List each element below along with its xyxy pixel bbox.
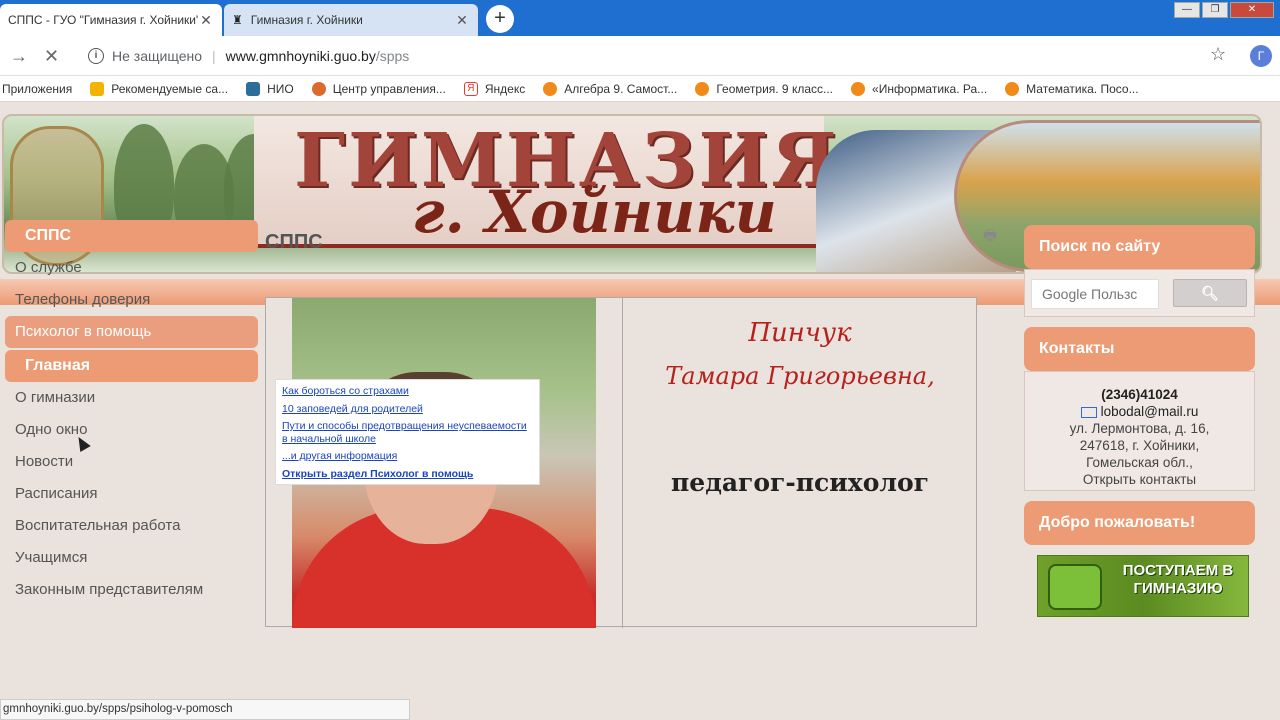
browser-toolbar: → ✕ i Не защищено | www.gmnhoyniki.guo.b… bbox=[0, 36, 1280, 76]
globe-icon bbox=[543, 81, 558, 96]
contact-address-line: ул. Лермонтова, д. 16, bbox=[1069, 421, 1210, 436]
sidebar-heading-spps[interactable]: СППС bbox=[5, 220, 258, 252]
bookmark-label: НИО bbox=[267, 81, 294, 96]
search-heading: Поиск по сайту bbox=[1024, 225, 1255, 269]
favicon-icon: ♜ bbox=[232, 13, 243, 27]
bookmark-item[interactable]: Рекомендуемые са... bbox=[90, 81, 229, 96]
forward-icon[interactable]: → bbox=[10, 46, 28, 67]
submenu-link[interactable]: Пути и способы предотвращения неуспеваем… bbox=[282, 420, 533, 445]
bookmark-label: Алгебра 9. Самост... bbox=[564, 81, 678, 96]
sidebar-item-parents[interactable]: Законным представителям bbox=[5, 574, 258, 606]
close-window-icon[interactable]: ✕ bbox=[1230, 2, 1274, 18]
bookmark-item[interactable]: НИО bbox=[246, 81, 294, 96]
sidebar-item-about-gymnasium[interactable]: О гимназии bbox=[5, 382, 258, 414]
status-bar: gmnhoyniki.guo.by/spps/psiholog-v-pomosc… bbox=[0, 699, 410, 720]
address-bar[interactable]: i Не защищено | www.gmnhoyniki.guo.by /s… bbox=[76, 40, 1236, 72]
sidebar-item-about-service[interactable]: О службе bbox=[5, 252, 258, 284]
tab-inactive[interactable]: ♜ Гимназия г. Хойники ✕ bbox=[224, 4, 478, 36]
mail-icon bbox=[1080, 406, 1097, 418]
bookmark-label: Математика. Посо... bbox=[1026, 81, 1139, 96]
contact-address-line: 247618, г. Хойники, bbox=[1079, 438, 1200, 453]
star-icon[interactable]: ☆ bbox=[1210, 44, 1226, 65]
info-icon[interactable]: i bbox=[88, 48, 104, 64]
left-sidebar: СППС О службе Телефоны доверия Психолог … bbox=[5, 220, 258, 606]
yandex-icon: Я bbox=[463, 81, 478, 96]
contacts-block: (2346)41024 lobodal@mail.ru ул. Лермонто… bbox=[1024, 371, 1255, 491]
center-icon bbox=[311, 81, 326, 96]
plus-icon[interactable]: + bbox=[486, 5, 514, 33]
admission-banner-text: ПОСТУПАЕМ В ГИМНАЗИЮ bbox=[1122, 562, 1234, 597]
sidebar-item-upbringing[interactable]: Воспитательная работа bbox=[5, 510, 258, 542]
bookmark-item[interactable]: Я Яндекс bbox=[463, 81, 526, 96]
tab-title: СППС - ГУО "Гимназия г. Хойники" bbox=[8, 13, 198, 27]
sidebar-item-psychologist-help[interactable]: Психолог в помощь bbox=[5, 316, 258, 348]
welcome-heading: Добро пожаловать! bbox=[1024, 501, 1255, 545]
maximize-icon[interactable]: ❐ bbox=[1202, 2, 1228, 18]
url-host: www.gmnhoyniki.guo.by bbox=[225, 48, 376, 64]
backpack-icon bbox=[1048, 564, 1102, 610]
open-contacts-link[interactable]: Открыть контакты bbox=[1029, 471, 1250, 488]
sidebar-item-students[interactable]: Учащимся bbox=[5, 542, 258, 574]
submenu-link[interactable]: ...и другая информация bbox=[282, 450, 533, 463]
sidebar-item-one-window[interactable]: Одно окно bbox=[5, 414, 258, 446]
bookmark-label: Яндекс bbox=[484, 81, 526, 96]
staff-surname: Пинчук bbox=[748, 318, 852, 348]
admission-banner[interactable]: ПОСТУПАЕМ В ГИМНАЗИЮ bbox=[1037, 555, 1249, 617]
contact-address-line: Гомельская обл., bbox=[1086, 455, 1193, 470]
nio-icon bbox=[246, 81, 261, 96]
search-icon: 🔍︎ bbox=[1201, 285, 1219, 301]
search-box: Google Пользс 🔍︎ bbox=[1024, 269, 1255, 317]
bookmark-label: Приложения bbox=[2, 81, 73, 96]
bookmark-item[interactable]: Центр управления... bbox=[311, 81, 446, 96]
staff-name: Тамара Григорьевна, bbox=[665, 362, 935, 390]
contact-phone: (2346)41024 bbox=[1101, 387, 1178, 402]
search-input[interactable]: Google Пользс bbox=[1031, 279, 1159, 309]
page-title: СППС bbox=[265, 231, 323, 253]
bookmark-item[interactable]: Математика. Посо... bbox=[1005, 81, 1139, 96]
sidebar-item-schedules[interactable]: Расписания bbox=[5, 478, 258, 510]
stop-icon[interactable]: ✕ bbox=[44, 46, 59, 67]
right-sidebar: Поиск по сайту Google Пользс 🔍︎ Контакты… bbox=[1024, 225, 1255, 617]
profile-avatar[interactable]: Г bbox=[1250, 45, 1272, 67]
tab-bar: СППС - ГУО "Гимназия г. Хойники" ✕ ♜ Гим… bbox=[0, 0, 1280, 36]
bookmark-item[interactable]: Алгебра 9. Самост... bbox=[543, 81, 678, 96]
contact-email-text: lobodal@mail.ru bbox=[1100, 404, 1199, 419]
search-button[interactable]: 🔍︎ bbox=[1173, 279, 1247, 307]
sidebar-item-hotlines[interactable]: Телефоны доверия bbox=[5, 284, 258, 316]
window-controls: — ❐ ✕ bbox=[1174, 2, 1274, 18]
sidebar-item-news[interactable]: Новости bbox=[5, 446, 258, 478]
security-label: Не защищено bbox=[112, 48, 202, 64]
divider: | bbox=[212, 48, 216, 64]
submenu-open-section-link[interactable]: Открыть раздел Психолог в помощь bbox=[282, 468, 533, 481]
bookmark-apps[interactable]: Приложения bbox=[2, 82, 72, 96]
submenu-link[interactable]: 10 заповедей для родителей bbox=[282, 403, 533, 416]
close-icon[interactable]: ✕ bbox=[454, 12, 470, 29]
submenu-link[interactable]: Как бороться со страхами bbox=[282, 385, 533, 398]
staff-role: педагог-психолог bbox=[670, 468, 930, 497]
bookmarks-bar: Приложения Рекомендуемые са... НИО Центр… bbox=[0, 76, 1280, 102]
contact-email[interactable]: lobodal@mail.ru bbox=[1029, 403, 1250, 420]
contacts-heading: Контакты bbox=[1024, 327, 1255, 371]
url-path: /spps bbox=[375, 48, 410, 64]
printer-icon[interactable]: 🖶 bbox=[983, 225, 1003, 244]
bookmark-item[interactable]: Геометрия. 9 класс... bbox=[695, 81, 834, 96]
tab-active[interactable]: СППС - ГУО "Гимназия г. Хойники" ✕ bbox=[0, 4, 222, 36]
globe-icon bbox=[851, 81, 866, 96]
sidebar-heading-main[interactable]: Главная bbox=[5, 350, 258, 382]
bookmark-label: Рекомендуемые са... bbox=[111, 81, 229, 96]
bookmark-label: «Информатика. Ра... bbox=[872, 81, 988, 96]
submenu-popup: Как бороться со страхами 10 заповедей дл… bbox=[275, 379, 540, 485]
close-icon[interactable]: ✕ bbox=[198, 12, 214, 29]
globe-icon bbox=[1005, 81, 1020, 96]
globe-icon bbox=[695, 81, 710, 96]
minimize-icon[interactable]: — bbox=[1174, 2, 1200, 18]
bing-icon bbox=[90, 81, 105, 96]
bookmark-item[interactable]: «Информатика. Ра... bbox=[851, 81, 988, 96]
bookmark-label: Геометрия. 9 класс... bbox=[716, 81, 834, 96]
bookmark-label: Центр управления... bbox=[332, 81, 446, 96]
tab-title: Гимназия г. Хойники bbox=[250, 13, 363, 27]
